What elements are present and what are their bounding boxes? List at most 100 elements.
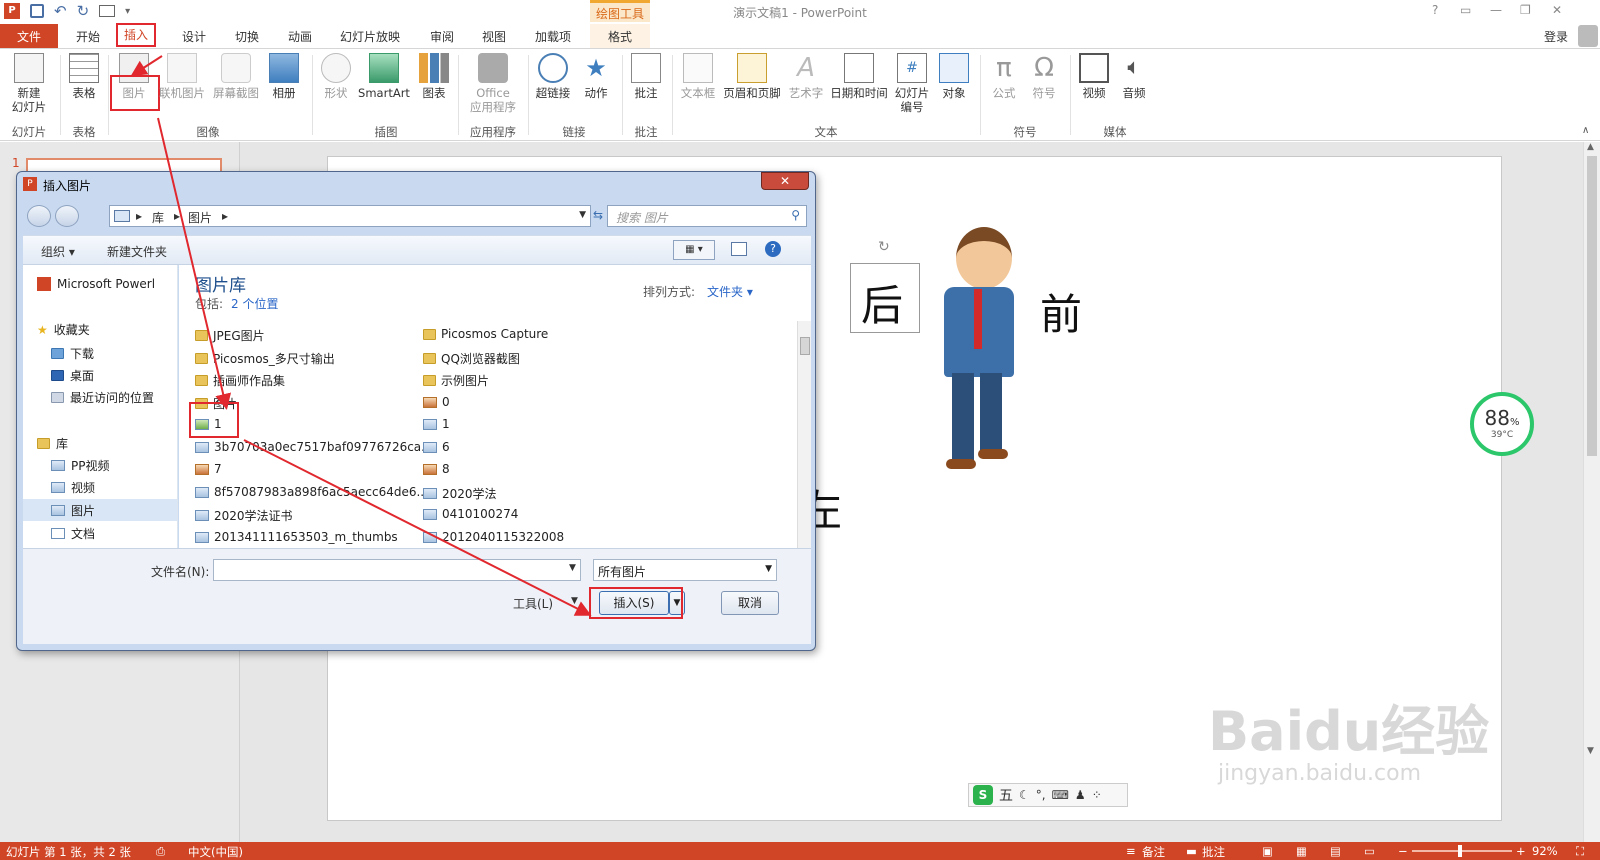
hyperlink-button[interactable]: 超链接 xyxy=(532,53,574,100)
user-icon[interactable]: ♟ xyxy=(1075,788,1086,802)
forward-icon[interactable] xyxy=(55,205,79,227)
preview-pane-icon[interactable] xyxy=(731,242,747,256)
help-circle-icon[interactable]: ? xyxy=(765,241,781,257)
wordart-button[interactable]: A 艺术字 xyxy=(786,53,826,100)
filename-input[interactable] xyxy=(213,559,581,581)
file-item[interactable]: Picosmos Capture xyxy=(423,327,548,341)
zoom-slider-thumb[interactable] xyxy=(1458,845,1462,857)
library-locations-link[interactable]: 2 个位置 xyxy=(231,295,278,312)
rotate-handle-icon[interactable]: ↻ xyxy=(878,239,890,255)
ime-mode-label[interactable]: 五 xyxy=(999,785,1013,805)
tab-addins[interactable]: 加载项 xyxy=(535,28,571,45)
tab-insert[interactable]: 插入 xyxy=(116,23,157,47)
nav-downloads[interactable]: 下载 xyxy=(51,345,94,362)
notes-icon[interactable]: ≡ xyxy=(1126,844,1136,858)
file-list-pane[interactable]: 图片库 包括: 2 个位置 排列方式: 文件夹 ▾ JPEG图片 Picosmo… xyxy=(179,265,811,548)
back-icon[interactable] xyxy=(27,205,51,227)
file-list-scroll-thumb[interactable] xyxy=(800,337,810,355)
tools-button[interactable]: 工具(L) xyxy=(513,595,553,612)
slide-text-front[interactable]: 前 xyxy=(1040,281,1082,342)
collapse-ribbon-icon[interactable]: ∧ xyxy=(1582,125,1589,136)
new-folder-button[interactable]: 新建文件夹 xyxy=(107,243,167,260)
reading-view-icon[interactable]: ▤ xyxy=(1330,844,1341,858)
screenshot-button[interactable]: 屏幕截图 xyxy=(210,53,262,100)
slideshow-view-icon[interactable]: ▭ xyxy=(1364,844,1375,858)
address-bar[interactable]: ▸ 库 ▸ 图片 ▸ ▼ xyxy=(109,205,591,227)
file-item[interactable]: 0 xyxy=(423,395,450,409)
grid-menu-icon[interactable]: ⁘ xyxy=(1092,788,1102,802)
album-button[interactable]: 相册 xyxy=(266,53,302,100)
restore-icon[interactable]: ❐ xyxy=(1520,3,1531,17)
organize-button[interactable]: 组织 ▾ xyxy=(41,243,75,260)
file-item[interactable]: 3b70703a0ec7517baf09776726ca... xyxy=(195,440,433,454)
comment-button[interactable]: 批注 xyxy=(628,53,664,100)
file-item[interactable]: Picosmos_多尺寸输出 xyxy=(195,350,335,367)
comments-button[interactable]: 批注 xyxy=(1202,844,1225,860)
cartoon-man-image[interactable] xyxy=(926,227,1036,477)
notes-button[interactable]: 备注 xyxy=(1142,844,1165,860)
user-avatar-icon[interactable] xyxy=(1578,25,1598,47)
tab-animations[interactable]: 动画 xyxy=(288,28,312,45)
sort-dropdown[interactable]: 文件夹 ▾ xyxy=(707,283,753,300)
scroll-up-icon[interactable]: ▲ xyxy=(1587,142,1594,152)
object-button[interactable]: 对象 xyxy=(936,53,972,100)
filetype-select[interactable]: 所有图片 ▼ xyxy=(593,559,777,581)
file-item[interactable]: 2020学法证书 xyxy=(195,507,293,524)
vertical-scrollbar[interactable]: ▲ ▼ xyxy=(1583,142,1600,842)
search-field[interactable]: 搜索 图片 ⚲ xyxy=(607,205,807,227)
file-item[interactable]: 1 xyxy=(423,417,450,431)
cancel-button[interactable]: 取消 xyxy=(721,591,779,615)
slide-sorter-icon[interactable]: ▦ xyxy=(1296,844,1307,858)
ime-toolbar[interactable]: S 五 ☾ °, ⌨ ♟ ⁘ xyxy=(968,783,1128,807)
video-button[interactable]: 视频 xyxy=(1076,53,1112,100)
tab-transitions[interactable]: 切换 xyxy=(235,28,259,45)
scroll-down-icon[interactable]: ▼ xyxy=(1587,746,1594,756)
table-button[interactable]: 表格 xyxy=(66,53,102,100)
smartart-button[interactable]: SmartArt xyxy=(356,53,412,100)
breadcrumb-library[interactable]: 库 xyxy=(152,209,164,226)
datetime-button[interactable]: 日期和时间 xyxy=(828,53,890,100)
nav-libraries[interactable]: 库 xyxy=(37,435,68,452)
file-item[interactable]: QQ浏览器截图 xyxy=(423,350,520,367)
spellcheck-icon[interactable]: ⎙ xyxy=(156,844,165,859)
zoom-slider[interactable] xyxy=(1412,845,1512,857)
tab-file[interactable]: 文件 xyxy=(0,24,58,48)
nav-app[interactable]: Microsoft Powerl xyxy=(37,277,172,291)
nav-desktop[interactable]: 桌面 xyxy=(51,367,94,384)
nav-recent[interactable]: 最近访问的位置 xyxy=(51,389,154,406)
file-item[interactable]: 8f57087983a898f6ac5aecc64de6... xyxy=(195,485,428,499)
breadcrumb-pictures[interactable]: 图片 xyxy=(188,209,212,226)
close-window-icon[interactable]: ✕ xyxy=(1552,3,1562,17)
file-item[interactable]: 2012040115322008 xyxy=(423,530,564,544)
minimize-icon[interactable]: — xyxy=(1490,3,1502,17)
chart-button[interactable]: 图表 xyxy=(416,53,452,100)
file-item[interactable]: JPEG图片 xyxy=(195,327,265,344)
file-item[interactable]: 插画师作品集 xyxy=(195,372,285,389)
header-footer-button[interactable]: 页眉和页脚 xyxy=(720,53,784,100)
textbox-button[interactable]: 文本框 xyxy=(678,53,718,100)
online-picture-button[interactable]: 联机图片 xyxy=(158,53,206,100)
nav-video[interactable]: 视频 xyxy=(51,479,95,496)
help-icon[interactable]: ? xyxy=(1432,3,1438,17)
file-item[interactable]: 8 xyxy=(423,462,450,476)
moon-icon[interactable]: ☾ xyxy=(1019,788,1030,802)
tab-home[interactable]: 开始 xyxy=(76,28,100,45)
action-button[interactable]: ★ 动作 xyxy=(578,53,614,100)
tab-format[interactable]: 格式 xyxy=(590,24,650,48)
fit-slide-icon[interactable]: ⛶ xyxy=(1576,844,1584,859)
nav-documents[interactable]: 文档 xyxy=(51,525,95,542)
zoom-out-icon[interactable]: − xyxy=(1398,844,1408,858)
file-item[interactable]: 2020学法 xyxy=(423,485,497,502)
signin-link[interactable]: 登录 xyxy=(1544,28,1568,45)
language-indicator[interactable]: 中文(中国) xyxy=(188,844,243,860)
tab-review[interactable]: 审阅 xyxy=(430,28,454,45)
search-icon[interactable]: ⚲ xyxy=(791,208,800,222)
keyboard-icon[interactable]: ⌨ xyxy=(1052,788,1069,802)
audio-button[interactable]: 🔈︎ 音频 xyxy=(1116,53,1152,100)
slide-number-button[interactable]: # 幻灯片 编号 xyxy=(892,53,932,114)
refresh-icon[interactable]: ⇆ xyxy=(593,208,603,222)
normal-view-icon[interactable]: ▣ xyxy=(1262,844,1273,858)
ribbon-display-icon[interactable]: ▭ xyxy=(1460,3,1471,17)
system-monitor-widget[interactable]: 88% 39°C xyxy=(1470,392,1534,456)
tab-design[interactable]: 设计 xyxy=(182,28,206,45)
